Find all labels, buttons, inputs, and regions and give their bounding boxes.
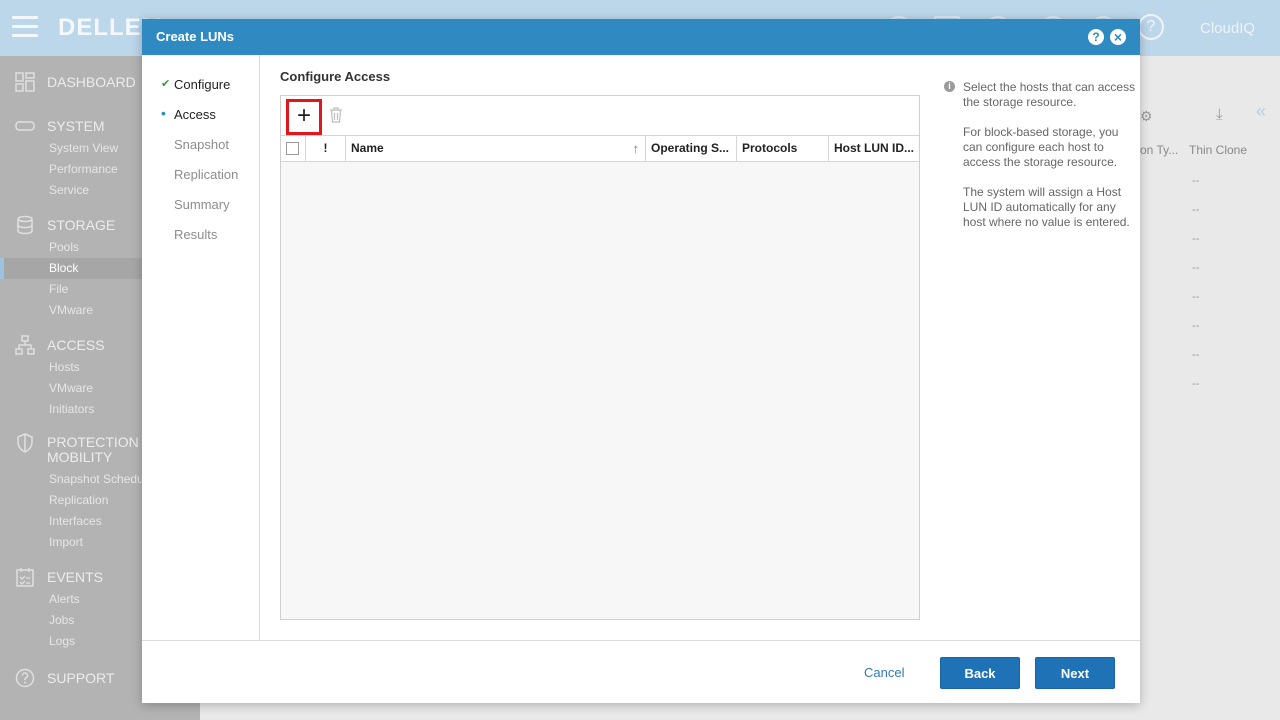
sidebar-section-label: EVENTS [47, 569, 104, 585]
column-header-host-lun-id[interactable]: Host LUN ID... [829, 136, 919, 161]
step-configure[interactable]: ✔ Configure [161, 77, 231, 92]
step-access[interactable]: • Access [161, 105, 216, 122]
bg-cell: -- [1192, 204, 1200, 216]
sidebar-section-label: STORAGE [47, 217, 116, 233]
dialog-header: Create LUNs ? × [142, 19, 1140, 55]
clipboard-check-icon [16, 568, 34, 587]
bg-cell: -- [1192, 349, 1200, 361]
bg-cell: -- [1192, 291, 1200, 303]
bg-cell: -- [1192, 175, 1200, 187]
checkmark-icon: ✔ [161, 78, 171, 90]
column-header-operating-system[interactable]: Operating S... [646, 136, 737, 161]
step-label: Replication [174, 167, 239, 182]
step-label: Configure [174, 77, 231, 92]
dashboard-grid-icon [15, 72, 35, 92]
sidebar-section-label-line1: PROTECTION & [47, 434, 153, 450]
system-drive-icon [15, 121, 35, 131]
step-summary: Summary [174, 197, 230, 212]
dialog-close-icon[interactable]: × [1110, 29, 1126, 45]
select-all-checkbox[interactable] [286, 142, 299, 155]
sidebar-section-label: SUPPORT [47, 670, 115, 686]
step-replication: Replication [174, 167, 238, 182]
sidebar-section-label: PROTECTION & MOBILITY [47, 435, 152, 465]
column-header-status[interactable]: ! [306, 136, 346, 161]
column-header-label: Name [351, 141, 384, 155]
create-luns-dialog: Create LUNs ? × ✔ Configure • Access Sna… [142, 19, 1140, 703]
step-label: Results [174, 227, 218, 242]
bg-cell: -- [1192, 233, 1200, 245]
step-label: Summary [174, 197, 230, 212]
sidebar-section-label: SYSTEM [47, 118, 105, 134]
collapse-panel-icon[interactable]: « [1256, 101, 1266, 122]
section-title: Configure Access [280, 69, 391, 84]
step-label: Snapshot [174, 137, 229, 152]
step-label: Access [174, 107, 216, 122]
select-all-column [281, 136, 306, 161]
current-step-dot-icon: • [161, 105, 166, 121]
sidebar-section-label-line2: MOBILITY [47, 449, 113, 465]
cloudiq-logo[interactable]: CloudIQ [1200, 20, 1255, 37]
sidebar-section-label: DASHBOARD [47, 74, 136, 90]
next-button[interactable]: Next [1035, 657, 1115, 689]
dialog-help-icon[interactable]: ? [1088, 29, 1104, 45]
cancel-button[interactable]: Cancel [864, 665, 904, 680]
help-paragraph: For block-based storage, you can configu… [963, 125, 1119, 169]
dialog-footer: Cancel Back Next [142, 640, 1140, 704]
sidebar-section-label: ACCESS [47, 337, 105, 353]
bg-column-header: Thin Clone [1189, 143, 1248, 157]
help-paragraph: Select the hosts that can access the sto… [963, 80, 1136, 109]
bg-cell: -- [1192, 378, 1200, 390]
bg-cell: -- [1192, 320, 1200, 332]
step-snapshot: Snapshot [174, 137, 229, 152]
bg-column-header: on Ty... [1140, 143, 1179, 157]
shield-icon [17, 433, 33, 453]
info-icon: i [944, 81, 955, 92]
back-button[interactable]: Back [940, 657, 1020, 689]
delete-trash-icon[interactable] [329, 107, 343, 123]
grid-header-row: ! Name ↑ Operating S... Protocols Host L… [281, 136, 919, 162]
hosts-grid: + ! Name ↑ Operating S... Protocols Host… [280, 95, 920, 620]
grid-toolbar: + [281, 96, 919, 136]
bg-settings-icon[interactable]: ⚙ [1140, 108, 1153, 125]
column-header-protocols[interactable]: Protocols [737, 136, 829, 161]
bg-cell: -- [1192, 262, 1200, 274]
wizard-steps: ✔ Configure • Access Snapshot Replicatio… [142, 55, 260, 640]
add-host-button[interactable]: + [286, 99, 322, 135]
bg-download-icon[interactable]: ⤓ [1216, 106, 1223, 123]
dialog-title: Create LUNs [156, 29, 235, 44]
step-results: Results [174, 227, 217, 242]
help-paragraph: The system will assign a Host LUN ID aut… [963, 185, 1130, 229]
column-header-name[interactable]: Name ↑ [346, 136, 646, 161]
question-circle-icon [15, 668, 35, 688]
sort-ascending-icon: ↑ [632, 141, 640, 156]
database-icon [17, 215, 33, 235]
hamburger-menu-icon[interactable] [12, 16, 38, 38]
network-hierarchy-icon [15, 335, 35, 355]
help-icon[interactable]: ? [1138, 14, 1164, 40]
